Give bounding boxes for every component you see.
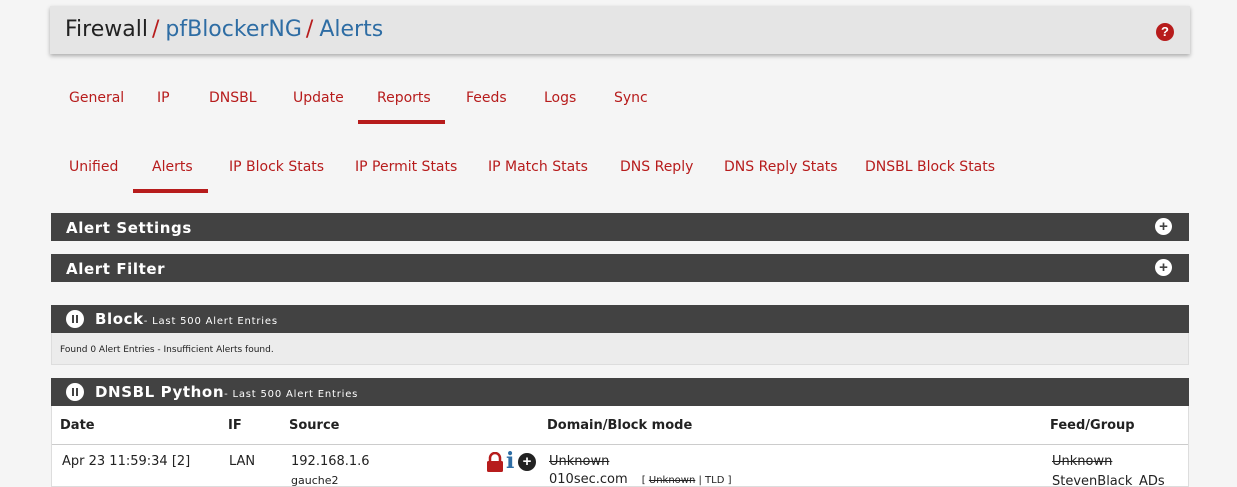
tab-feeds[interactable]: Feeds [447, 80, 526, 122]
info-icon[interactable]: i [506, 448, 514, 474]
tab-general[interactable]: General [50, 80, 143, 122]
block-panel-title: Block- Last 500 Alert Entries [95, 310, 278, 328]
column-header-source[interactable]: Source [289, 418, 339, 433]
row-date: Apr 23 11:59:34 [2] [62, 454, 191, 469]
row-block-mode-tld: | TLD ] [698, 475, 732, 486]
page-header: Firewall / pfBlockerNG / Alerts ? [50, 6, 1190, 54]
breadcrumb-firewall: Firewall [65, 17, 148, 42]
dnsbl-panel-header: DNSBL Python- Last 500 Alert Entries [51, 378, 1189, 406]
help-icon[interactable]: ? [1156, 23, 1174, 41]
sub-tabs: Unified Alerts IP Block Stats IP Permit … [50, 149, 1190, 193]
alert-settings-panel[interactable]: Alert Settings + [51, 213, 1189, 241]
breadcrumb-pfblockerng[interactable]: pfBlockerNG [165, 17, 302, 42]
subtab-dns-reply[interactable]: DNS Reply [601, 149, 712, 191]
subtab-ip-block-stats[interactable]: IP Block Stats [210, 149, 343, 191]
subtab-dnsbl-block-stats[interactable]: DNSBL Block Stats [846, 149, 1014, 191]
expand-alert-settings-icon[interactable]: + [1155, 218, 1172, 235]
block-empty-message: Found 0 Alert Entries - Insufficient Ale… [60, 345, 274, 355]
block-subtitle: - Last 500 Alert Entries [143, 316, 278, 327]
dnsbl-subtitle: - Last 500 Alert Entries [224, 389, 359, 400]
block-panel-header: Block- Last 500 Alert Entries [51, 305, 1189, 333]
tab-dnsbl[interactable]: DNSBL [190, 80, 276, 122]
column-header-date[interactable]: Date [60, 418, 95, 433]
breadcrumb-separator: / [151, 17, 160, 42]
breadcrumb-alerts[interactable]: Alerts [319, 17, 383, 42]
alert-settings-title: Alert Settings [66, 219, 192, 237]
breadcrumb-separator: / [305, 17, 314, 42]
row-source-host: gauche2 [291, 474, 339, 487]
tab-ip[interactable]: IP [138, 80, 189, 122]
expand-alert-filter-icon[interactable]: + [1155, 259, 1172, 276]
dnsbl-panel-title: DNSBL Python- Last 500 Alert Entries [95, 383, 358, 401]
subtab-ip-permit-stats[interactable]: IP Permit Stats [336, 149, 476, 191]
tab-update[interactable]: Update [274, 80, 363, 122]
add-whitelist-icon[interactable]: + [518, 453, 536, 471]
row-block-mode: [ Unknown | TLD ] [642, 475, 732, 486]
row-domain-name: 010sec.com [549, 472, 628, 487]
pause-icon[interactable] [66, 310, 84, 328]
column-header-feed[interactable]: Feed/Group [1050, 418, 1135, 433]
dnsbl-alerts-table: Date IF Source Domain/Block mode Feed/Gr… [51, 406, 1189, 487]
subtab-ip-match-stats[interactable]: IP Match Stats [469, 149, 607, 191]
row-feed-unknown: Unknown [1052, 454, 1113, 469]
dnsbl-title: DNSBL Python [95, 383, 225, 401]
header-divider [52, 444, 1188, 445]
block-title: Block [95, 310, 144, 328]
block-panel-body: Found 0 Alert Entries - Insufficient Ale… [51, 333, 1189, 365]
subtab-unified[interactable]: Unified [50, 149, 137, 191]
main-tabs: General IP DNSBL Update Reports Feeds Lo… [50, 80, 1190, 124]
tab-reports[interactable]: Reports [358, 80, 445, 124]
alert-filter-title: Alert Filter [66, 260, 166, 278]
lock-icon[interactable] [486, 452, 504, 472]
tab-sync[interactable]: Sync [595, 80, 667, 122]
subtab-alerts[interactable]: Alerts [133, 149, 208, 193]
subtab-dns-reply-stats[interactable]: DNS Reply Stats [705, 149, 857, 191]
row-interface: LAN [229, 454, 256, 469]
alert-filter-panel[interactable]: Alert Filter + [51, 254, 1189, 282]
tab-logs[interactable]: Logs [525, 80, 595, 122]
row-feed-group: StevenBlack_ADs [1052, 474, 1165, 487]
row-domain-unknown: Unknown [549, 454, 610, 469]
pause-icon[interactable] [66, 383, 84, 401]
row-domain: 010sec.com [ Unknown | TLD ] [549, 472, 732, 487]
row-source-ip: 192.168.1.6 [291, 454, 370, 469]
row-block-mode-open: [ [641, 475, 646, 486]
row-block-mode-unknown: Unknown [648, 475, 696, 486]
column-header-domain[interactable]: Domain/Block mode [547, 418, 692, 433]
breadcrumb: Firewall / pfBlockerNG / Alerts [65, 17, 383, 42]
column-header-if[interactable]: IF [228, 418, 242, 433]
